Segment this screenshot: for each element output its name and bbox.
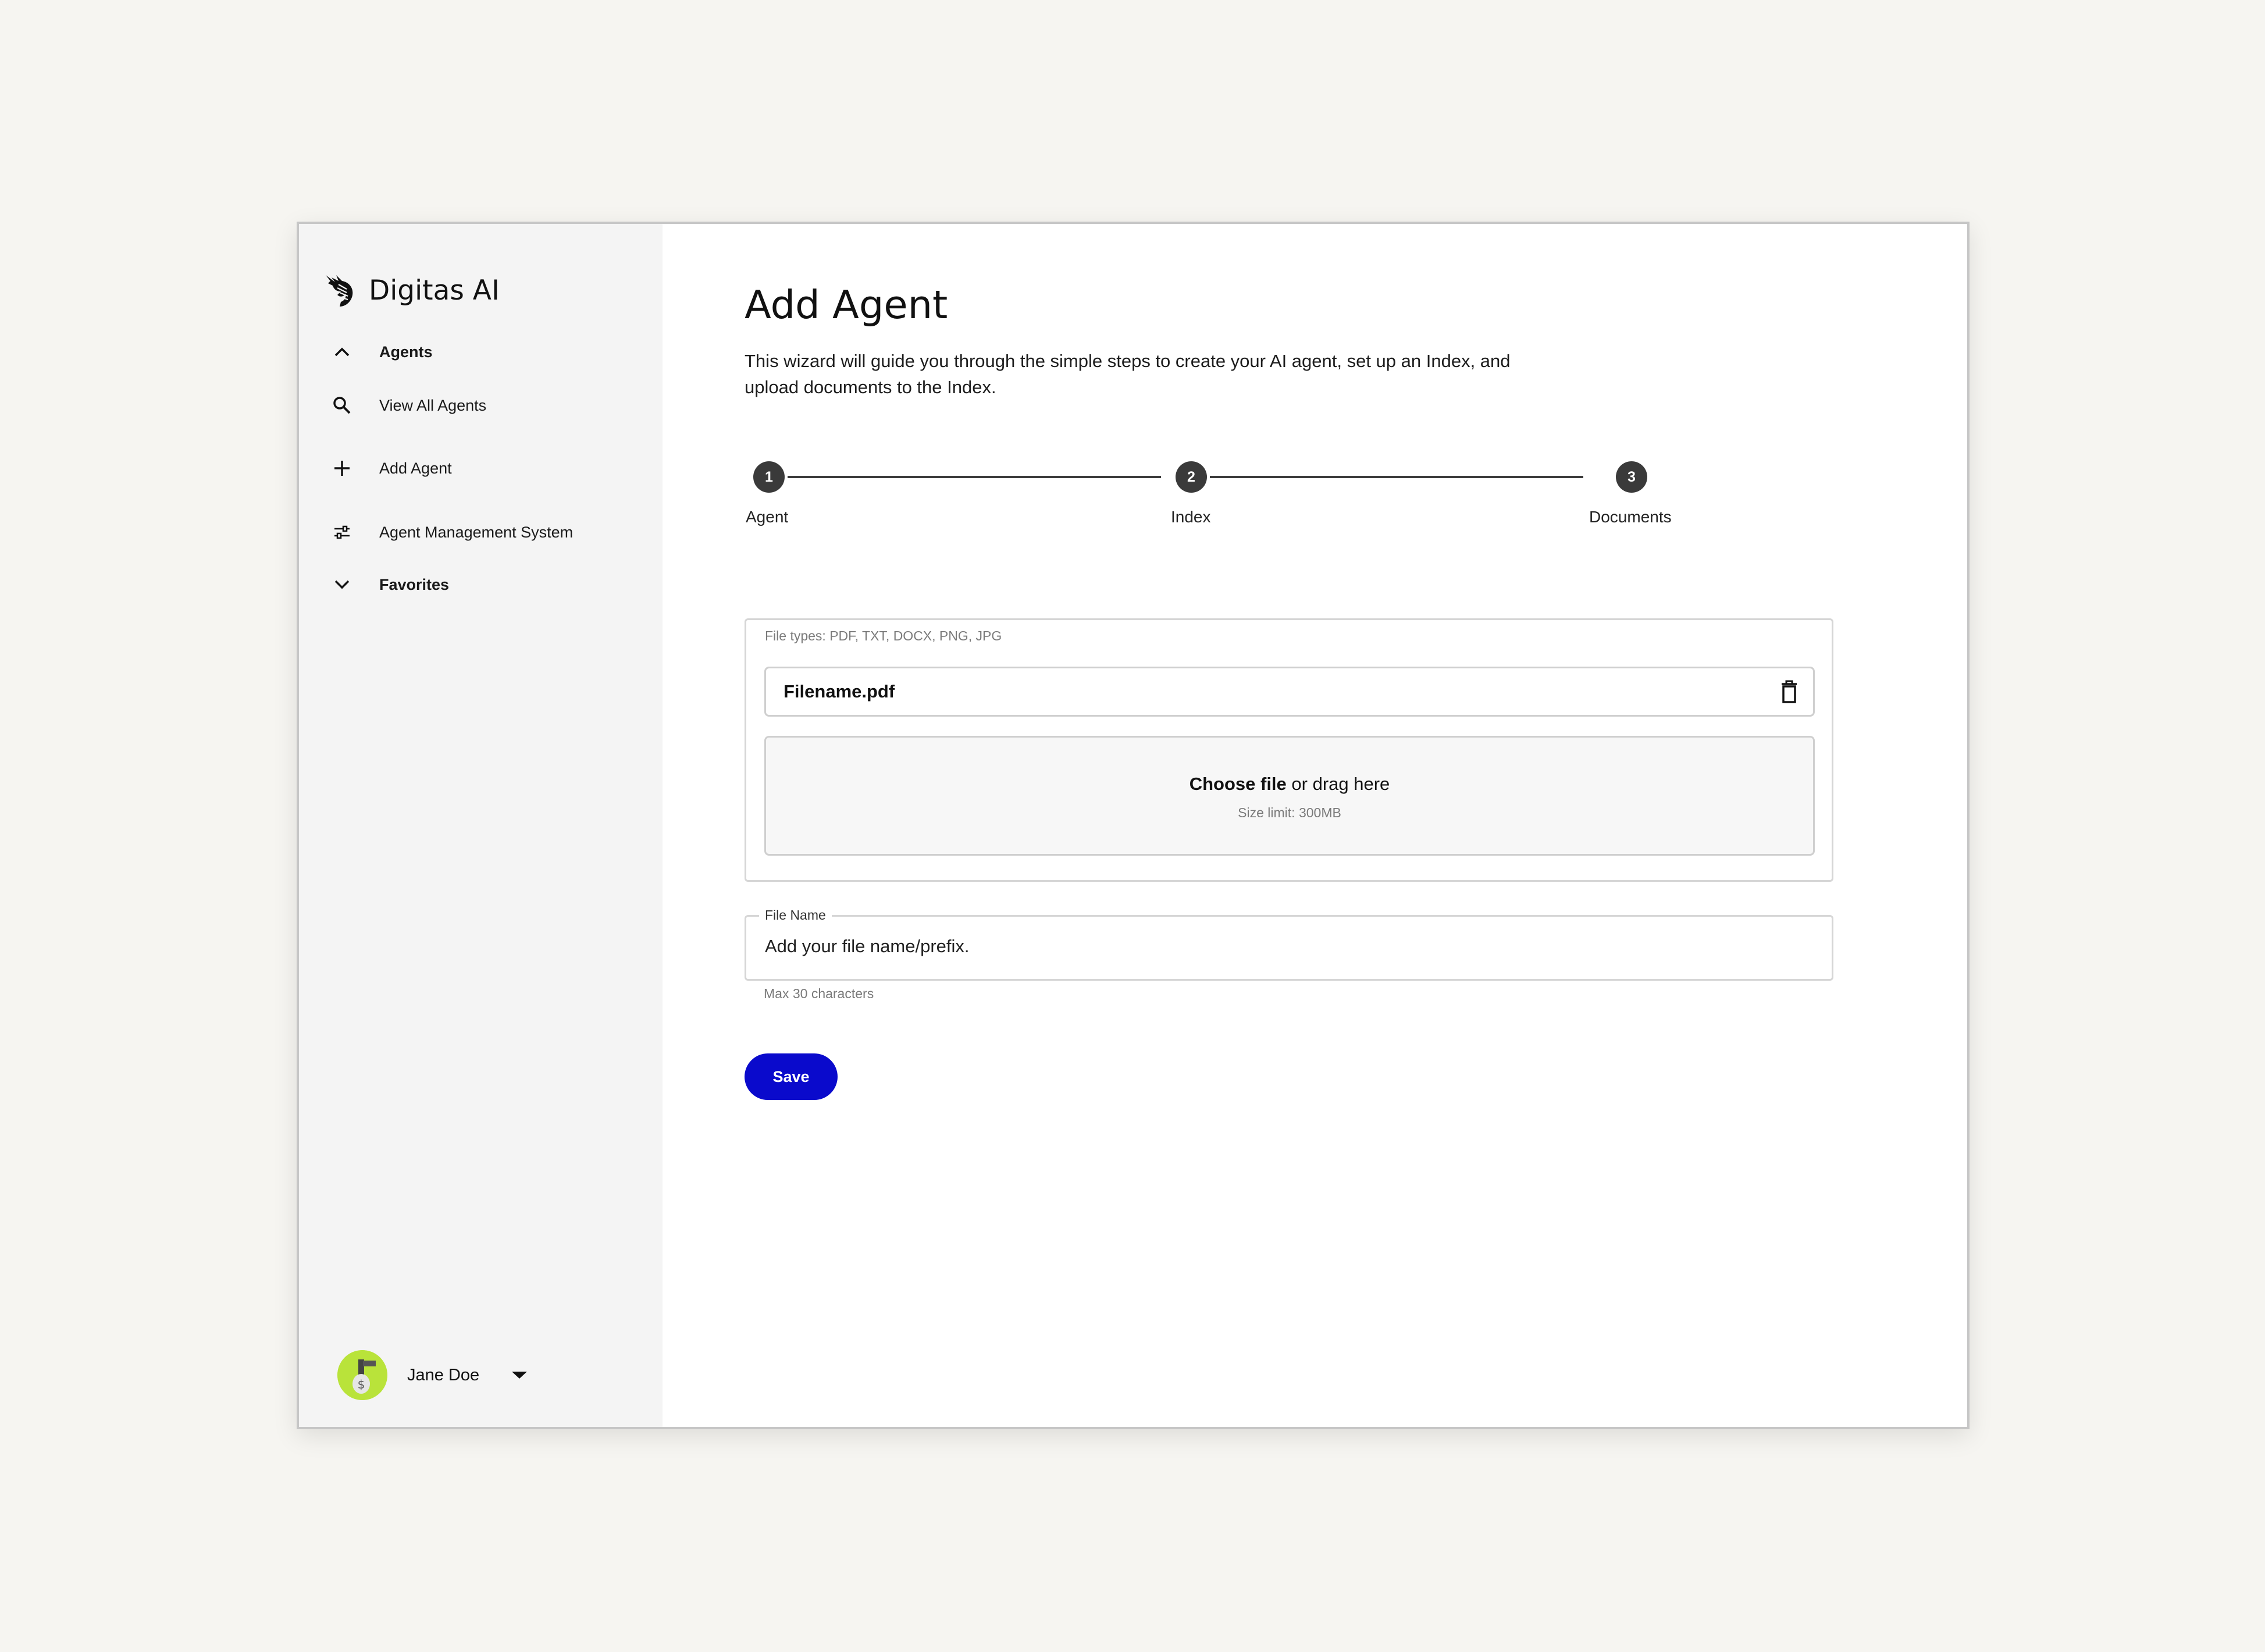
sidebar-item-label: Favorites xyxy=(379,575,450,593)
user-name: Jane Doe xyxy=(407,1365,480,1384)
step-1-indicator[interactable]: 1 xyxy=(753,461,785,493)
avatar: $ xyxy=(337,1350,387,1400)
sidebar-item-add-agent[interactable]: Add Agent xyxy=(332,458,452,479)
file-name-helper: Max 30 characters xyxy=(764,986,874,1001)
sidebar-item-agents[interactable]: Agents xyxy=(332,341,433,362)
sidebar-item-view-all-agents[interactable]: View All Agents xyxy=(332,395,486,416)
page-description: This wizard will guide you through the s… xyxy=(745,351,1511,397)
step-connector xyxy=(788,476,1161,478)
brand[interactable]: Digitas AI xyxy=(323,272,500,309)
app-window: Digitas AI Agents View All Agents Add Ag… xyxy=(297,222,1970,1429)
search-icon xyxy=(332,395,352,416)
unicorn-logo-icon xyxy=(326,275,353,307)
chevron-up-icon xyxy=(332,341,352,362)
sidebar: Digitas AI Agents View All Agents Add Ag… xyxy=(299,224,663,1427)
drop-zone-text: Choose file or drag here xyxy=(766,774,1813,795)
step-1-label: Agent xyxy=(746,508,789,526)
choose-file-link[interactable]: Choose file xyxy=(1190,774,1287,794)
file-name-field: File Name xyxy=(745,907,1833,981)
step-3-indicator[interactable]: 3 xyxy=(1616,461,1647,493)
sliders-icon xyxy=(332,522,352,543)
step-2-indicator[interactable]: 2 xyxy=(1176,461,1207,493)
file-upload-panel: File types: PDF, TXT, DOCX, PNG, JPG Fil… xyxy=(745,618,1833,882)
step-3-label: Documents xyxy=(1589,508,1672,526)
uploaded-file-row: Filename.pdf xyxy=(764,667,1815,717)
sidebar-item-favorites[interactable]: Favorites xyxy=(332,574,449,595)
page-title: Add Agent xyxy=(745,282,948,327)
size-limit-text: Size limit: 300MB xyxy=(1238,805,1341,820)
plus-icon xyxy=(332,458,352,479)
uploaded-file-name: Filename.pdf xyxy=(784,681,895,702)
sidebar-item-label: Agents xyxy=(379,343,433,361)
trash-icon[interactable] xyxy=(1779,679,1799,704)
file-name-input[interactable] xyxy=(764,935,1801,957)
step-connector xyxy=(1210,476,1583,478)
sidebar-item-label: Agent Management System xyxy=(379,523,574,541)
sidebar-item-label: Add Agent xyxy=(379,459,452,477)
user-menu[interactable]: $ Jane Doe xyxy=(337,1350,528,1400)
file-types-hint: File types: PDF, TXT, DOCX, PNG, JPG xyxy=(765,628,1002,643)
main-content: Add Agent This wizard will guide you thr… xyxy=(663,224,1967,1427)
file-name-label: File Name xyxy=(759,907,832,923)
save-button[interactable]: Save xyxy=(745,1053,838,1100)
svg-text:$: $ xyxy=(358,1377,365,1391)
sidebar-item-label: View All Agents xyxy=(379,396,487,414)
sidebar-item-agent-management-system[interactable]: Agent Management System xyxy=(332,522,573,543)
file-drop-zone[interactable]: Choose file or drag here Size limit: 300… xyxy=(764,736,1815,856)
chevron-down-icon xyxy=(332,574,352,595)
wizard-stepper: 1 2 3 Agent Index Documents xyxy=(745,461,1704,526)
brand-name: Digitas AI xyxy=(369,274,500,307)
step-2-label: Index xyxy=(1171,508,1211,526)
caret-down-icon[interactable] xyxy=(512,1372,528,1379)
drag-here-text: or drag here xyxy=(1286,774,1390,794)
